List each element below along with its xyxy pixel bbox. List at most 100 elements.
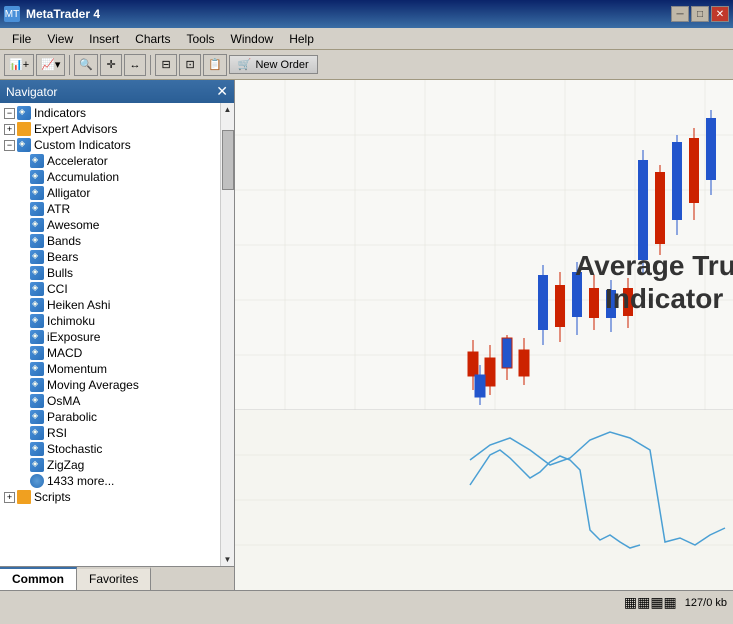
chart-svg: Average True Range Indicator: [235, 80, 733, 590]
svg-text:Average True Range: Average True Range: [575, 250, 733, 281]
scripts-label: Scripts: [34, 490, 71, 504]
accelerator-icon: [30, 154, 44, 168]
indicators-label: Indicators: [34, 106, 86, 120]
navigator-body: − Indicators + Expert Advisors − Custom: [0, 103, 234, 566]
list-item[interactable]: OsMA: [0, 393, 220, 409]
list-item[interactable]: ATR: [0, 201, 220, 217]
menu-help[interactable]: Help: [281, 30, 322, 48]
tab-favorites[interactable]: Favorites: [77, 567, 151, 590]
list-item[interactable]: Accelerator: [0, 153, 220, 169]
expert-advisors-label: Expert Advisors: [34, 122, 117, 136]
zoom-btn[interactable]: 🔍: [74, 54, 98, 76]
tree-custom-indicators[interactable]: − Custom Indicators: [0, 137, 220, 153]
tree-item-bears[interactable]: Bears: [0, 249, 220, 265]
custom-indicators-toggle[interactable]: −: [4, 140, 15, 151]
main-area: Navigator ✕ − Indicators + Expert Adviso…: [0, 80, 733, 590]
tab-common[interactable]: Common: [0, 567, 77, 590]
navigator-close-btn[interactable]: ✕: [216, 83, 228, 100]
new-chart-btn[interactable]: 📊+: [4, 54, 34, 76]
tree-scripts[interactable]: + Scripts: [0, 489, 220, 505]
list-item[interactable]: ZigZag: [0, 457, 220, 473]
menu-view[interactable]: View: [39, 30, 81, 48]
separator-1: [69, 55, 70, 75]
list-item[interactable]: Alligator: [0, 185, 220, 201]
bears-icon: [30, 250, 44, 264]
new-order-icon: 🛒: [238, 58, 252, 71]
accumulation-icon: [30, 170, 44, 184]
navigator-title: Navigator: [6, 85, 57, 99]
expert-advisors-toggle[interactable]: +: [4, 124, 15, 135]
app-title: MetaTrader 4: [26, 7, 100, 21]
bulls-icon: [30, 266, 44, 280]
list-item[interactable]: Accumulation: [0, 169, 220, 185]
new-order-label: New Order: [255, 59, 308, 71]
list-item[interactable]: Bands: [0, 233, 220, 249]
tree-item-stochastic[interactable]: Stochastic: [0, 441, 220, 457]
heiken-ashi-icon: [30, 298, 44, 312]
close-button[interactable]: ✕: [711, 6, 729, 22]
scroll-down-arrow[interactable]: ▼: [222, 553, 234, 566]
ichimoku-icon: [30, 314, 44, 328]
more-icon: [30, 474, 44, 488]
moving-averages-icon: [30, 378, 44, 392]
alligator-icon: [30, 186, 44, 200]
zigzag-icon: [30, 458, 44, 472]
chart-shift-btn[interactable]: ⊟: [155, 54, 177, 76]
tree-expert-advisors[interactable]: + Expert Advisors: [0, 121, 220, 137]
crosshair-btn[interactable]: ✛: [100, 54, 122, 76]
scroll-up-arrow[interactable]: ▲: [222, 103, 234, 116]
stochastic-icon: [30, 442, 44, 456]
list-item[interactable]: Ichimoku: [0, 313, 220, 329]
menu-file[interactable]: File: [4, 30, 39, 48]
list-item[interactable]: Parabolic: [0, 409, 220, 425]
chart-bars-icon: ▦▦▦▦: [624, 594, 677, 611]
list-item[interactable]: Bulls: [0, 265, 220, 281]
indicators-icon: [17, 106, 31, 120]
template-btn[interactable]: 📋: [203, 54, 227, 76]
iexposure-icon: [30, 330, 44, 344]
minimize-button[interactable]: ─: [671, 6, 689, 22]
list-item[interactable]: iExposure: [0, 329, 220, 345]
menu-charts[interactable]: Charts: [127, 30, 178, 48]
list-item[interactable]: Heiken Ashi: [0, 297, 220, 313]
menu-insert[interactable]: Insert: [81, 30, 127, 48]
list-item[interactable]: Awesome: [0, 217, 220, 233]
new-order-button[interactable]: 🛒 New Order: [229, 55, 318, 74]
tree-scrollbar[interactable]: ▲ ▼: [220, 103, 234, 566]
scrollbar-thumb[interactable]: [222, 130, 234, 190]
title-bar-controls[interactable]: ─ □ ✕: [671, 6, 729, 22]
custom-indicators-label: Custom Indicators: [34, 138, 131, 152]
toolbar: 📊+ 📈▾ 🔍 ✛ ↔ ⊟ ⊡ 📋 🛒 New Order: [0, 50, 733, 80]
tree-indicators[interactable]: − Indicators: [0, 105, 220, 121]
rsi-icon: [30, 426, 44, 440]
cci-icon: [30, 282, 44, 296]
awesome-icon: [30, 218, 44, 232]
autoscroll-btn[interactable]: ⊡: [179, 54, 201, 76]
indicators-toggle[interactable]: −: [4, 108, 15, 119]
list-item-more[interactable]: 1433 more...: [0, 473, 220, 489]
title-bar-left: MT MetaTrader 4: [4, 6, 100, 22]
list-item[interactable]: Moving Averages: [0, 377, 220, 393]
list-item[interactable]: Momentum: [0, 361, 220, 377]
menu-window[interactable]: Window: [223, 30, 282, 48]
navigator-panel: Navigator ✕ − Indicators + Expert Adviso…: [0, 80, 235, 590]
osma-icon: [30, 394, 44, 408]
chart-area: Average True Range Indicator: [235, 80, 733, 590]
list-item[interactable]: RSI: [0, 425, 220, 441]
menu-bar: File View Insert Charts Tools Window Hel…: [0, 28, 733, 50]
momentum-icon: [30, 362, 44, 376]
status-right: ▦▦▦▦ 127/0 kb: [624, 594, 727, 611]
bands-icon: [30, 234, 44, 248]
maximize-button[interactable]: □: [691, 6, 709, 22]
scripts-toggle[interactable]: +: [4, 492, 15, 503]
expert-advisors-icon: [17, 122, 31, 136]
list-item[interactable]: CCI: [0, 281, 220, 297]
chart-type-btn[interactable]: 📈▾: [36, 54, 65, 76]
period-sep-btn[interactable]: ↔: [124, 54, 146, 76]
tree-content: − Indicators + Expert Advisors − Custom: [0, 103, 220, 566]
app-icon: MT: [4, 6, 20, 22]
parabolic-icon: [30, 410, 44, 424]
list-item[interactable]: MACD: [0, 345, 220, 361]
menu-tools[interactable]: Tools: [179, 30, 223, 48]
atr-icon: [30, 202, 44, 216]
